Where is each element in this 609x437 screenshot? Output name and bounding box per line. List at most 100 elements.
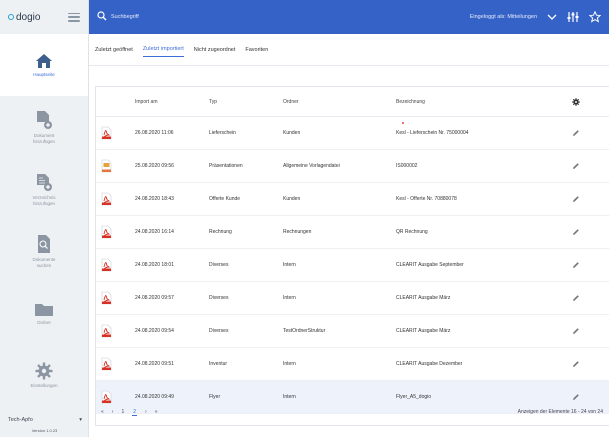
logo-mark-icon [8, 14, 14, 20]
cell-bezeichnung: Flyer_A5_dogio [396, 394, 432, 400]
edit-pencil-icon[interactable] [556, 393, 596, 401]
document-search-icon [35, 234, 53, 254]
table-row[interactable]: 24.08.2020 16:14 Rechnung Rechnungen QR Rec… [96, 216, 609, 249]
chevron-down-icon[interactable] [547, 14, 557, 20]
column-header-ordner[interactable]: Ordner [283, 99, 396, 105]
table-row[interactable]: 25.08.2020 09:56 Präsentationen Allgemeine… [96, 150, 609, 183]
cell-ordner: Allgemeine Vorlagendatei [283, 163, 340, 169]
edit-pencil-icon[interactable] [556, 228, 596, 236]
cell-ordner: Intern [283, 295, 296, 301]
prev-page-button[interactable]: ‹ [112, 409, 114, 415]
logo-text: dogio [16, 11, 41, 23]
user-select[interactable]: Tech-Apfo ▾ [8, 417, 82, 423]
cell-bezeichnung: CLEARIT Ausgabe März [396, 295, 451, 301]
folder-add-icon [35, 172, 53, 192]
edit-pencil-icon[interactable] [556, 129, 596, 137]
pdf-file-icon [96, 126, 116, 140]
pdf-file-icon [96, 192, 116, 206]
cell-typ: Rechnung [209, 229, 232, 235]
cell-typ: Diverses [209, 295, 229, 301]
tab-zuletzt-geoeffnet[interactable]: Zuletzt geöffnet [95, 43, 133, 57]
pdf-file-icon [96, 357, 116, 371]
settings-gear-icon [35, 362, 53, 380]
cell-ordner: Rechnungen [283, 229, 312, 235]
table-header: Import am Typ Ordner Bezeichnung [96, 87, 609, 117]
cell-import-date: 24.08.2020 09:57 [135, 295, 174, 301]
sidebar-item-label: Verzeichnis hinzufügen [32, 194, 56, 206]
document-add-icon [35, 110, 53, 130]
edit-pencil-icon[interactable] [556, 360, 596, 368]
search-input[interactable]: Suchbegriff [97, 11, 139, 23]
edit-pencil-icon[interactable] [556, 261, 596, 269]
page-1-button[interactable]: 1 [121, 409, 124, 415]
cell-bezeichnung: CLEARIT Ausgabe Dezember [396, 361, 463, 367]
tab-zuletzt-importiert[interactable]: Zuletzt importiert [142, 42, 184, 57]
next-page-button[interactable]: › [145, 409, 147, 415]
pdf-file-icon [96, 225, 116, 239]
cell-import-date: 24.08.2020 18:43 [135, 196, 174, 202]
cell-ordner: Intern [283, 262, 296, 268]
edit-pencil-icon[interactable] [556, 294, 596, 302]
column-header-typ[interactable]: Typ [209, 99, 283, 105]
pdf-file-icon [96, 324, 116, 338]
cell-typ: Lieferschein [209, 130, 236, 136]
edit-pencil-icon[interactable] [556, 327, 596, 335]
hamburger-menu-icon[interactable] [68, 12, 80, 22]
sidebar-item-dokument-hinzufuegen[interactable]: Dokument hinzufügen [0, 96, 88, 158]
pdf-file-icon [96, 291, 116, 305]
page-2-button[interactable]: 2 [132, 409, 138, 416]
pagination-info: Anzeigen der Elemente 16 - 24 von 24 [517, 409, 603, 415]
sidebar-item-label: Einstellungen [30, 382, 58, 388]
table-row[interactable]: 24.08.2020 09:57 Diverses Intern CLEARIT Au… [96, 282, 609, 315]
table-row[interactable]: 24.08.2020 18:43 Offerte Kunde Kunden Kesl … [96, 183, 609, 216]
table-row[interactable]: 24.08.2020 18:01 Diverses Intern CLEARIT Au… [96, 249, 609, 282]
table-row[interactable]: 24.08.2020 09:51 Inventur Intern CLEARIT Au… [96, 348, 609, 381]
column-header-import-am[interactable]: Import am [116, 99, 209, 105]
sidebar-item-hauptseite[interactable]: Hauptseite [0, 34, 88, 96]
table-row[interactable]: 26.08.2020 11:06 Lieferschein Kunden Kesl -… [96, 117, 609, 150]
documents-table: Import am Typ Ordner Bezeichnung 26.08.2… [95, 86, 609, 426]
cell-import-date: 24.08.2020 16:14 [135, 229, 174, 235]
edit-pencil-icon[interactable] [556, 162, 596, 170]
column-settings-gear-icon[interactable] [556, 97, 596, 106]
cell-import-date: 25.08.2020 09:56 [135, 163, 174, 169]
sidebar-item-verzeichnis-hinzufuegen[interactable]: Verzeichnis hinzufügen [0, 158, 88, 220]
cell-bezeichnung: Kesl - Offerte Nr. 70880078 [396, 196, 457, 202]
sidebar-item-label: Dokumente suchen [32, 256, 56, 268]
cell-bezeichnung: Kesl - Lieferschein Nr. 75000004 [396, 130, 469, 136]
sidebar-item-ordner[interactable]: Ordner [0, 282, 88, 344]
search-icon [97, 11, 107, 23]
sidebar-item-einstellungen[interactable]: Einstellungen [0, 344, 88, 406]
cell-bezeichnung: IS000002 [396, 163, 418, 169]
tab-nicht-zugeordnet[interactable]: Nicht zugeordnet [194, 43, 236, 57]
column-header-bezeichnung[interactable]: Bezeichnung [396, 99, 556, 105]
last-page-button[interactable]: » [155, 409, 158, 415]
cell-import-date: 24.08.2020 09:51 [135, 361, 174, 367]
star-icon[interactable] [589, 11, 601, 23]
cell-ordner: Intern [283, 394, 296, 400]
cell-typ: Präsentationen [209, 163, 243, 169]
sidebar: dogio Hauptseite Dokument hinzufügen Ver… [0, 0, 89, 437]
sidebar-item-label: Hauptseite [33, 71, 55, 77]
unread-indicator [402, 122, 404, 124]
cell-import-date: 24.08.2020 09:54 [135, 328, 174, 334]
cell-bezeichnung: QR Rechnung [396, 229, 428, 235]
edit-pencil-icon[interactable] [556, 195, 596, 203]
cell-import-date: 24.08.2020 09:49 [135, 394, 174, 400]
chevron-down-icon: ▾ [79, 417, 82, 423]
search-placeholder: Suchbegriff [111, 14, 139, 20]
cell-typ: Offerte Kunde [209, 196, 241, 202]
tab-favoriten[interactable]: Favoriten [245, 43, 268, 57]
cell-import-date: 24.08.2020 18:01 [135, 262, 174, 268]
first-page-button[interactable]: « [101, 409, 104, 415]
filter-sliders-icon[interactable] [567, 11, 579, 23]
cell-bezeichnung: CLEARIT Ausgabe März [396, 328, 451, 334]
cell-ordner: Intern [283, 361, 296, 367]
user-name: Eingeloggt als: Mitteilungen [469, 14, 537, 20]
sidebar-item-dokumente-suchen[interactable]: Dokumente suchen [0, 220, 88, 282]
cell-ordner: TestOrdnerStruktur [283, 328, 326, 334]
pdf-file-icon [96, 258, 116, 272]
table-row[interactable]: 24.08.2020 09:54 Diverses TestOrdnerStrukt… [96, 315, 609, 348]
cell-typ: Flyer [209, 394, 221, 400]
version-label: Version 1.0.23 [31, 428, 58, 433]
